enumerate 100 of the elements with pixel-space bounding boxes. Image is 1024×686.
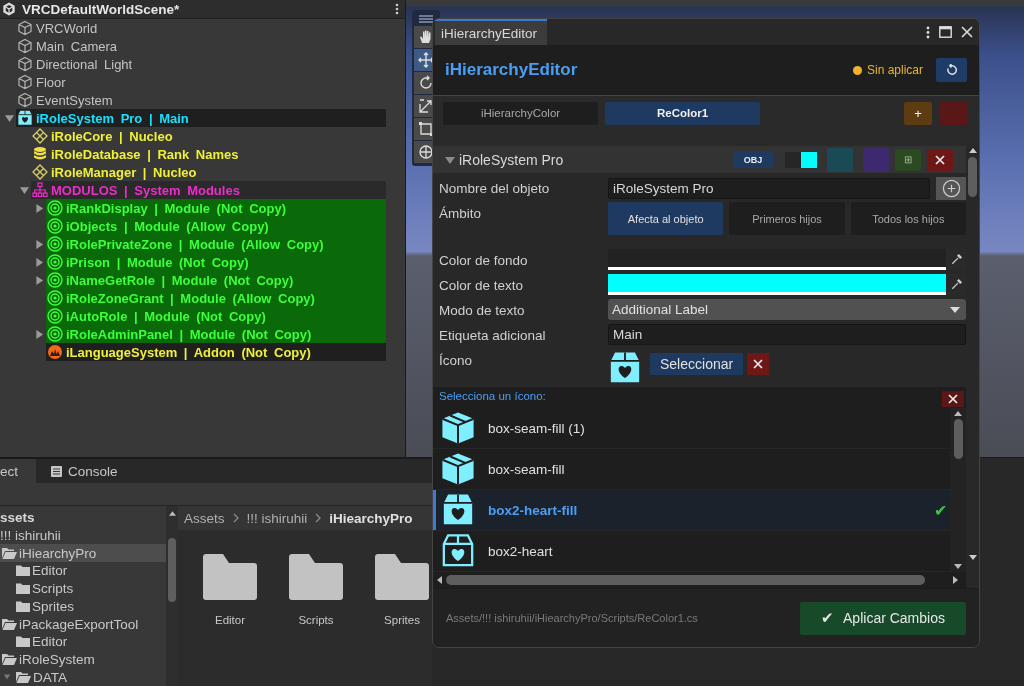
status-dot	[852, 65, 862, 75]
caret-down-icon[interactable]	[5, 113, 14, 123]
folder-name[interactable]: Scripts	[32, 581, 74, 597]
window-tab[interactable]: iHierarchyEditor	[435, 19, 548, 45]
color-field[interactable]	[608, 249, 946, 270]
picker-title: Selecciona un ícono:	[439, 389, 546, 402]
scroll-up-icon	[968, 148, 977, 153]
field-label: Color de texto	[439, 277, 525, 293]
text-field[interactable]: Main	[608, 324, 966, 345]
caret-right-icon[interactable]	[35, 329, 44, 339]
caret-right-icon[interactable]	[35, 203, 44, 213]
hierarchy-item[interactable]: iRoleDatabase | Rank Names	[51, 146, 239, 162]
field-label: Color de fondo	[439, 252, 529, 268]
close-icon	[961, 26, 973, 38]
folder-name[interactable]: ssets	[0, 510, 35, 526]
rect-tool-icon	[418, 121, 434, 137]
field-label: Etiqueta adicional	[439, 327, 547, 343]
text-field[interactable]: iRoleSystem Pro	[608, 178, 930, 199]
cube-icon	[17, 38, 33, 54]
folder-label[interactable]: Sprites	[384, 614, 420, 626]
cube-icon	[17, 20, 33, 36]
box-icon	[441, 452, 475, 486]
move-icon	[418, 52, 434, 68]
caret-down-icon	[3, 673, 11, 682]
section-title[interactable]: iRoleSystem Pro	[459, 151, 564, 168]
folder-name[interactable]: iRoleSystem	[19, 651, 95, 667]
cube-icon	[17, 92, 33, 108]
caret-right-icon[interactable]	[35, 239, 44, 249]
color-field[interactable]	[608, 274, 946, 295]
hierarchy-item[interactable]: Floor	[36, 74, 66, 90]
diamond-grid-icon	[32, 128, 48, 144]
caret-right-icon[interactable]	[35, 275, 44, 285]
breadcrumb-link[interactable]: iHiearchyPro	[329, 510, 413, 526]
color-preset-button[interactable]	[827, 147, 853, 172]
scope-option[interactable]: Primeros hijos	[729, 202, 845, 235]
panel-tab[interactable]: Console	[36, 459, 130, 483]
close-button[interactable]	[942, 391, 964, 407]
scroll-thumb[interactable]	[968, 157, 977, 197]
scroll-thumb[interactable]	[953, 419, 963, 459]
clear-button[interactable]	[747, 353, 770, 375]
diamond-grid-icon	[32, 164, 48, 180]
panel-tab[interactable]: ect	[0, 459, 36, 483]
preset-tab[interactable]: iHierarchyColor	[443, 101, 598, 125]
folder-name[interactable]: DATA	[33, 669, 67, 685]
field-label: Modo de texto	[439, 302, 526, 318]
caret-down-icon	[950, 306, 960, 313]
icon-list-item[interactable]: box2-heart	[433, 531, 950, 572]
hierarchy-item[interactable]: EventSystem	[36, 92, 113, 108]
more-options-icon	[926, 25, 930, 39]
icon-list-item[interactable]: box-seam-fill (1)	[433, 408, 950, 449]
folder-label[interactable]: Editor	[214, 614, 245, 626]
hierarchy-item[interactable]: Main Camera	[36, 38, 118, 54]
apply-button[interactable]: ✔ Aplicar Cambios	[800, 601, 966, 635]
hierarchy-item[interactable]: iRoleCore | Nucleo	[51, 128, 173, 144]
eyedropper-icon	[949, 278, 963, 291]
breadcrumb-link[interactable]: !!! ishiruhii	[246, 510, 308, 526]
scope-option[interactable]: Todos los hijos	[850, 202, 966, 235]
database-icon	[32, 146, 48, 162]
plus-circle-icon	[941, 179, 961, 198]
grid-button[interactable]: ⊞	[895, 148, 921, 171]
select-button[interactable]: Seleccionar	[650, 353, 744, 375]
breadcrumb-link[interactable]: Assets	[184, 510, 225, 526]
menu-icon	[419, 15, 433, 23]
folder-label[interactable]: Scripts	[298, 614, 334, 626]
preset-tab[interactable]: ReColor1	[605, 101, 760, 125]
hierarchy-item[interactable]: VRCWorld	[36, 20, 98, 36]
scroll-thumb[interactable]	[168, 538, 176, 602]
dropdown[interactable]: Additional Label	[608, 299, 966, 320]
cube-icon	[17, 56, 33, 72]
more-options-icon	[395, 3, 399, 15]
console-icon	[50, 464, 63, 478]
hierarchy-item[interactable]: iRoleManager | Nucleo	[51, 164, 197, 180]
caret-right-icon[interactable]	[35, 257, 44, 267]
folder-name[interactable]: Editor	[32, 563, 68, 579]
scroll-up-icon	[954, 411, 962, 416]
folder-name[interactable]: Sprites	[32, 598, 75, 614]
scroll-right-icon	[953, 576, 958, 584]
add-button[interactable]: +	[904, 101, 932, 125]
folder-name[interactable]: iPackageExportTool	[19, 616, 139, 632]
folder-name[interactable]: Editor	[32, 634, 68, 650]
folder-icon	[375, 554, 429, 600]
refresh-button[interactable]	[936, 58, 967, 82]
chevron-right-icon	[232, 513, 239, 523]
hierarchy-item[interactable]: Directional Light	[36, 56, 133, 72]
delete-button[interactable]	[927, 148, 953, 171]
caret-down-icon[interactable]	[20, 185, 29, 195]
scroll-up-icon	[168, 511, 176, 516]
close-icon	[935, 154, 945, 165]
eyedropper-icon	[949, 253, 963, 266]
icon-list-item[interactable]: box2-heart-fill ✔	[433, 490, 950, 531]
obj-button[interactable]: OBJ	[733, 151, 773, 168]
add-button[interactable]	[936, 177, 966, 200]
scene-title: VRCDefaultWorldScene*	[22, 1, 181, 17]
folder-name[interactable]: !!! ishiruhii	[0, 528, 61, 544]
chevron-right-icon	[315, 513, 322, 523]
scale-icon	[418, 98, 434, 114]
check-icon: ✔	[934, 500, 950, 520]
color-preset-button[interactable]	[863, 147, 889, 172]
heart-box-icon	[441, 493, 475, 527]
scope-option[interactable]: Afecta al objeto	[608, 202, 724, 235]
